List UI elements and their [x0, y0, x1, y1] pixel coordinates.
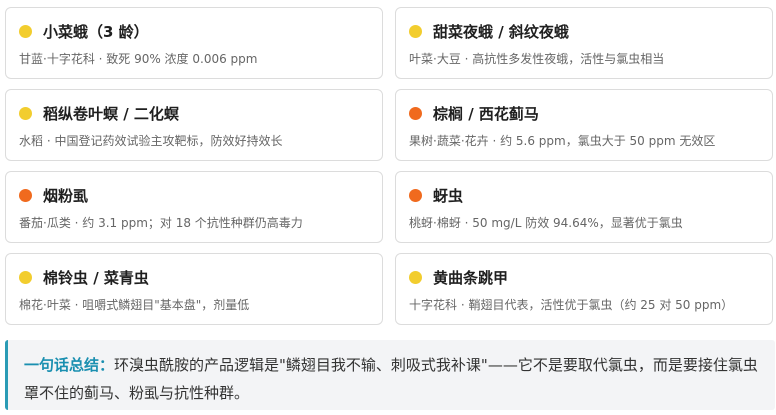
pest-card-header: 甜菜夜蛾 / 斜纹夜蛾	[409, 21, 760, 41]
pest-card-desc: 十字花科 · 鞘翅目代表，活性优于氯虫（约 25 对 50 ppm）	[409, 298, 734, 312]
pest-card-header: 稻纵卷叶螟 / 二化螟	[19, 103, 370, 123]
pest-card-desc: 桃蚜·棉蚜 · 50 mg/L 防效 94.64%，显著优于氯虫	[409, 216, 683, 230]
pest-card: 棉铃虫 / 菜青虫 棉花·叶菜 · 咀嚼式鳞翅目"基本盘"，剂量低	[5, 253, 383, 325]
summary-text: 环溴虫酰胺的产品逻辑是"鳞翅目我不输、刺吸式我补课"——它不是要取代氯虫，而是要…	[24, 356, 758, 402]
status-dot-icon	[19, 106, 32, 120]
pest-card-title: 小菜蛾（3 龄）	[43, 22, 149, 41]
pest-card-desc: 棉花·叶菜 · 咀嚼式鳞翅目"基本盘"，剂量低	[19, 298, 250, 312]
status-dot-icon	[409, 24, 422, 38]
pest-card-title: 稻纵卷叶螟 / 二化螟	[43, 104, 179, 123]
pest-card-desc: 叶菜·大豆 · 高抗性多发性夜蛾，活性与氯虫相当	[409, 52, 665, 66]
pest-card: 稻纵卷叶螟 / 二化螟 水稻 · 中国登记药效试验主攻靶标，防效好持效长	[5, 89, 383, 161]
status-dot-icon	[409, 188, 422, 202]
pest-card-header: 棉铃虫 / 菜青虫	[19, 267, 370, 287]
pest-card: 棕榈 / 西花蓟马 果树·蔬菜·花卉 · 约 5.6 ppm，氯虫大于 50 p…	[395, 89, 773, 161]
pest-card-desc: 水稻 · 中国登记药效试验主攻靶标，防效好持效长	[19, 134, 283, 148]
status-dot-icon	[19, 188, 32, 202]
status-dot-icon	[19, 270, 32, 284]
pest-card: 小菜蛾（3 龄） 甘蓝·十字花科 · 致死 90% 浓度 0.006 ppm	[5, 7, 383, 79]
pest-card-title: 黄曲条跳甲	[433, 268, 509, 287]
pest-card-title: 蚜虫	[433, 186, 464, 205]
pest-card: 黄曲条跳甲 十字花科 · 鞘翅目代表，活性优于氯虫（约 25 对 50 ppm）	[395, 253, 773, 325]
pest-card-header: 黄曲条跳甲	[409, 267, 760, 287]
pest-card-header: 蚜虫	[409, 185, 760, 205]
pest-card-header: 烟粉虱	[19, 185, 370, 205]
summary-callout: 一句话总结：环溴虫酰胺的产品逻辑是"鳞翅目我不输、刺吸式我补课"——它不是要取代…	[5, 340, 775, 410]
pest-card-title: 烟粉虱	[43, 186, 89, 205]
status-dot-icon	[409, 270, 422, 284]
pest-card: 烟粉虱 番茄·瓜类 · 约 3.1 ppm；对 18 个抗性种群仍高毒力	[5, 171, 383, 243]
pest-card-desc: 番茄·瓜类 · 约 3.1 ppm；对 18 个抗性种群仍高毒力	[19, 216, 303, 230]
status-dot-icon	[19, 24, 32, 38]
pest-card-header: 棕榈 / 西花蓟马	[409, 103, 760, 123]
pest-card: 蚜虫 桃蚜·棉蚜 · 50 mg/L 防效 94.64%，显著优于氯虫	[395, 171, 773, 243]
summary-label: 一句话总结：	[24, 356, 115, 374]
pest-card-header: 小菜蛾（3 龄）	[19, 21, 370, 41]
pest-card-desc: 果树·蔬菜·花卉 · 约 5.6 ppm，氯虫大于 50 ppm 无效区	[409, 134, 716, 148]
pest-card-desc: 甘蓝·十字花科 · 致死 90% 浓度 0.006 ppm	[19, 52, 258, 66]
pest-card-title: 棕榈 / 西花蓟马	[433, 104, 539, 123]
pest-card: 甜菜夜蛾 / 斜纹夜蛾 叶菜·大豆 · 高抗性多发性夜蛾，活性与氯虫相当	[395, 7, 773, 79]
pest-card-title: 甜菜夜蛾 / 斜纹夜蛾	[433, 22, 569, 41]
pest-card-title: 棉铃虫 / 菜青虫	[43, 268, 149, 287]
pest-card-grid: 小菜蛾（3 龄） 甘蓝·十字花科 · 致死 90% 浓度 0.006 ppm 甜…	[5, 7, 773, 325]
status-dot-icon	[409, 106, 422, 120]
